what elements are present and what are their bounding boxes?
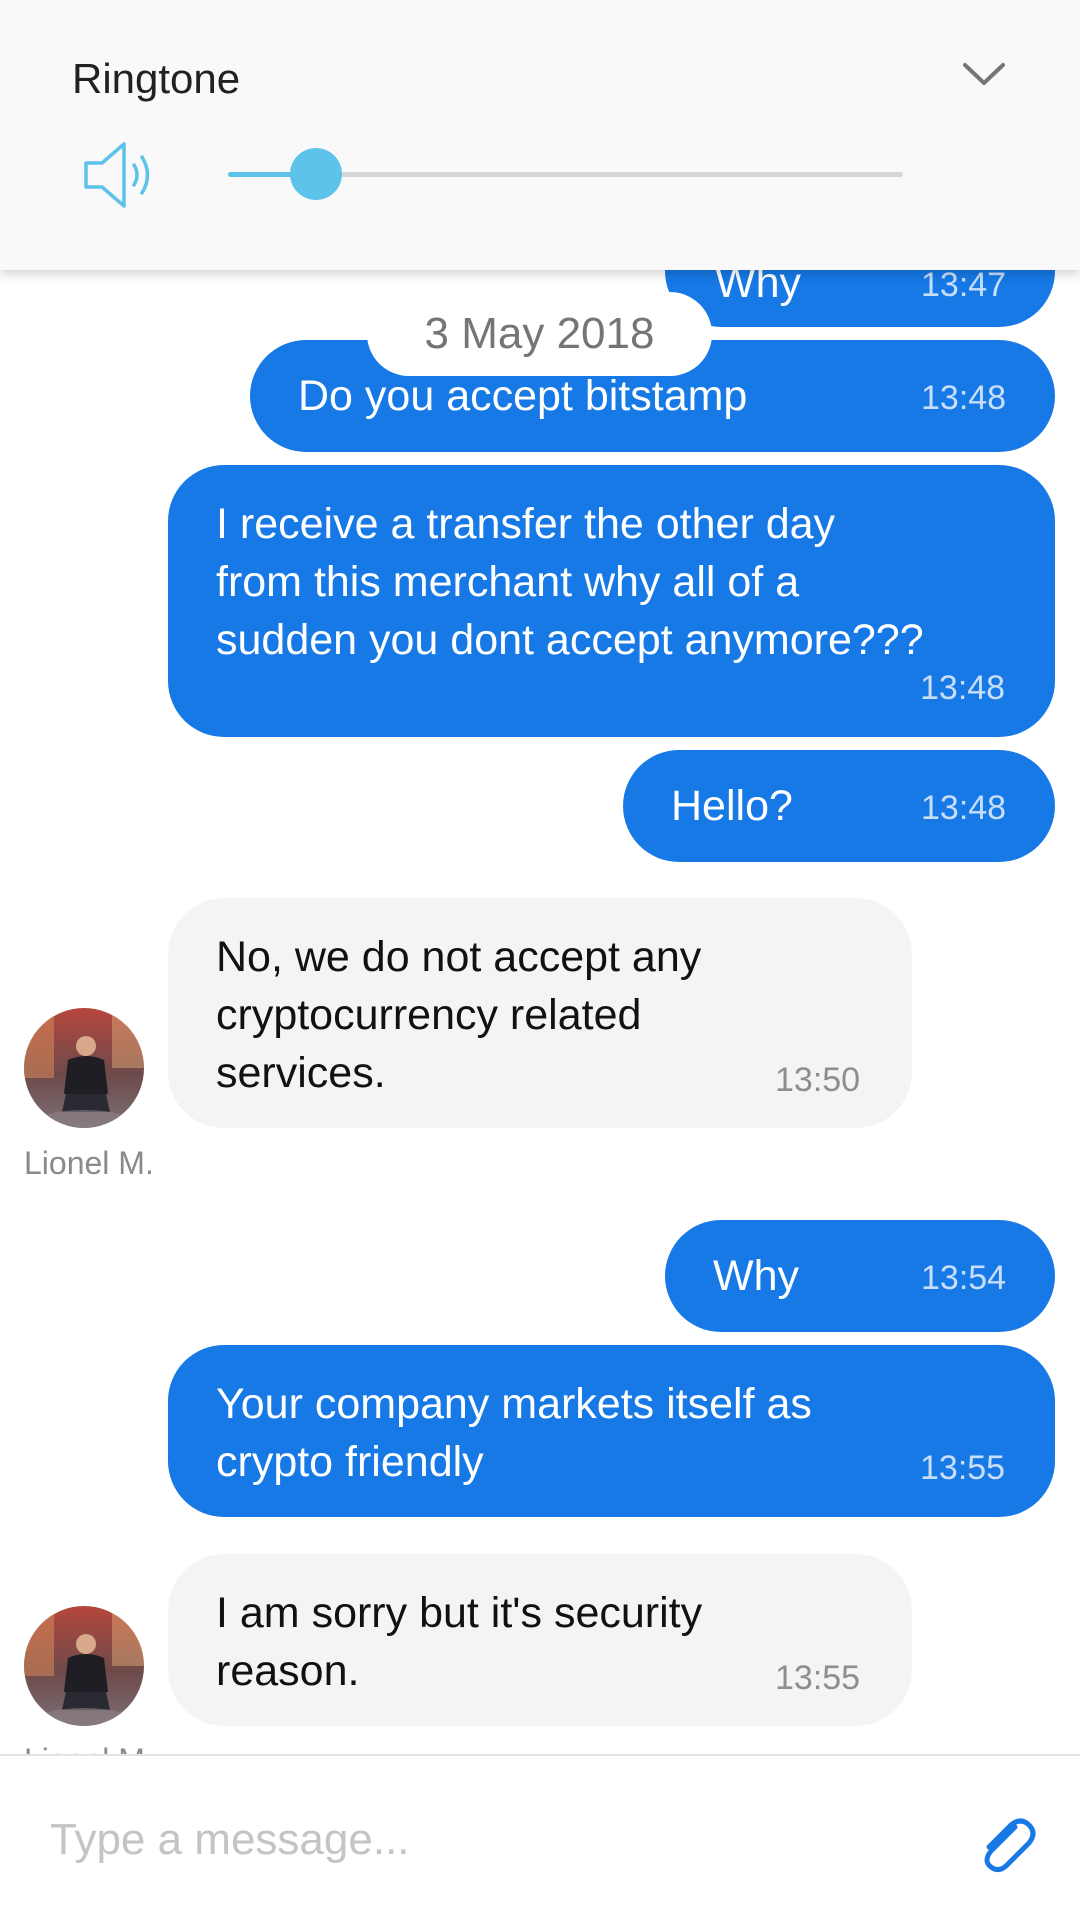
message-bubble-outgoing[interactable]: I receive a transfer the other day from … <box>168 465 1055 737</box>
message-time: 13:50 <box>775 1061 861 1099</box>
message-time: 13:47 <box>921 266 1007 304</box>
message-bubble-outgoing[interactable]: Your company markets itself as crypto fr… <box>168 1345 1055 1517</box>
message-bubble-incoming[interactable]: I am sorry but it's security reason. 13:… <box>168 1554 912 1726</box>
volume-stream-label: Ringtone <box>72 55 241 102</box>
message-time: 13:48 <box>920 669 1006 707</box>
avatar[interactable] <box>24 1606 144 1726</box>
message-time: 13:48 <box>921 379 1007 417</box>
message-bubble-incoming[interactable]: No, we do not accept any cryptocurrency … <box>168 898 912 1128</box>
sender-name: Lionel M. <box>24 1145 154 1181</box>
message-composer <box>0 1754 1080 1922</box>
volume-panel: Ringtone <box>0 0 1080 270</box>
message-text: Why <box>713 1252 799 1300</box>
message-text: No, we do not accept any cryptocurrency … <box>216 933 702 1097</box>
avatar-photo <box>24 1606 144 1726</box>
sender-name: Lionel M. <box>24 1742 154 1754</box>
message-text: I receive a transfer the other day from … <box>216 500 924 664</box>
message-bubble-outgoing[interactable]: Why 13:54 <box>665 1220 1055 1332</box>
message-text: I am sorry but it's security reason. <box>216 1589 703 1695</box>
volume-slider[interactable] <box>228 148 903 200</box>
chevron-down-icon[interactable] <box>960 58 1008 90</box>
avatar[interactable] <box>24 1008 144 1128</box>
paperclip-icon[interactable] <box>975 1811 1039 1875</box>
message-input[interactable] <box>48 1804 932 1876</box>
speaker-icon[interactable] <box>82 138 162 212</box>
message-time: 13:54 <box>921 1259 1007 1297</box>
message-time: 13:55 <box>920 1449 1006 1487</box>
message-time: 13:48 <box>921 789 1007 827</box>
volume-slider-thumb[interactable] <box>289 148 342 200</box>
message-time: 13:55 <box>775 1659 861 1697</box>
date-separator: 3 May 2018 <box>367 292 712 376</box>
message-text: Your company markets itself as crypto fr… <box>216 1380 812 1486</box>
message-text: Hello? <box>671 782 793 830</box>
message-bubble-outgoing[interactable]: Hello? 13:48 <box>623 750 1055 862</box>
avatar-photo <box>24 1008 144 1128</box>
